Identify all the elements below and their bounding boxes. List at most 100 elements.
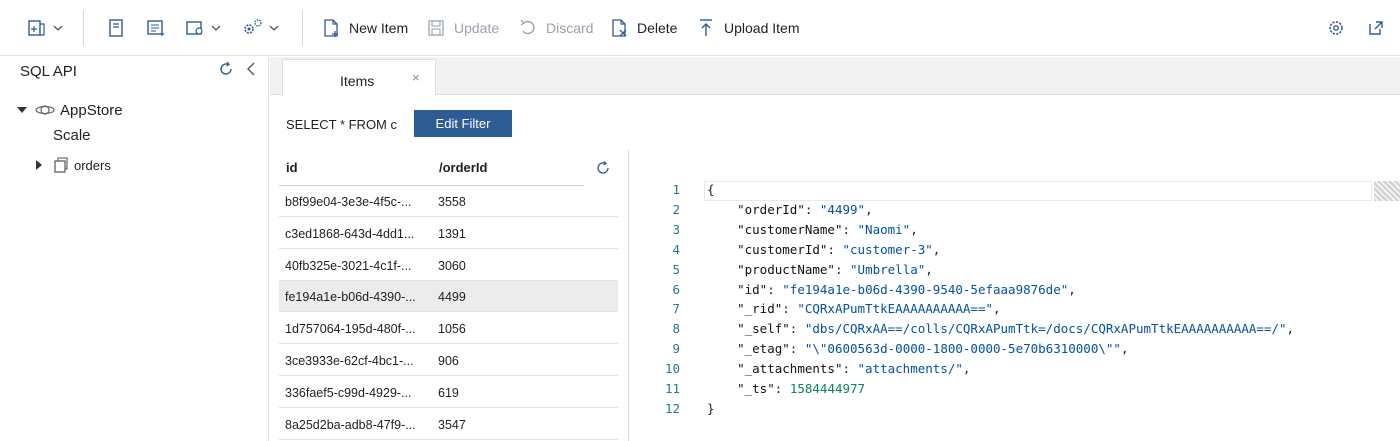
code-line: "_self": "dbs/CQRxAA==/colls/CQRxAPumTtk… <box>737 321 1295 337</box>
update-label: Update <box>454 20 500 36</box>
open-full-screen-button[interactable] <box>1366 14 1386 42</box>
line-number: 7 <box>672 301 680 317</box>
delete-label: Delete <box>637 20 678 36</box>
settings-dropdown[interactable] <box>240 14 280 42</box>
code-line: "id": "fe194a1e-b06d-4390-9540-5efaaa987… <box>737 281 1076 297</box>
discard-button[interactable]: Discard <box>518 14 593 42</box>
collapse-pane-button[interactable] <box>244 60 258 83</box>
database-icon <box>35 105 55 115</box>
line-number: 2 <box>672 201 680 217</box>
table-row[interactable]: c3ed1868-643d-4dd1... 1391 <box>279 218 618 249</box>
update-button[interactable]: Update <box>426 14 499 42</box>
table-row[interactable]: 3ce3933e-62cf-4bc1-... 906 <box>279 345 618 376</box>
column-header-orderid[interactable]: /orderId <box>439 160 487 175</box>
line-number: 8 <box>672 321 680 337</box>
code-line: "_etag": "\"0600563d-0000-1800-0000-5e70… <box>737 341 1129 357</box>
tree-item-scale[interactable]: Scale <box>53 127 91 144</box>
open-notebook-button[interactable] <box>105 14 127 42</box>
cell-id: fe194a1e-b06d-4390-... <box>285 290 416 305</box>
open-query-dropdown[interactable] <box>184 14 222 42</box>
close-tab-icon[interactable]: × <box>412 70 420 85</box>
settings-button[interactable] <box>1326 14 1346 42</box>
open-query-icon <box>186 21 203 35</box>
chevron-down-icon <box>269 25 279 31</box>
documents-grid: id /orderId b8f99e04-3e3e-4f5c-... 3558 c3… <box>279 150 618 441</box>
cell-id: 40fb325e-3021-4c1f-... <box>285 258 412 273</box>
minimap[interactable] <box>1374 181 1400 201</box>
tree-item-collection[interactable]: orders <box>34 154 111 176</box>
code-line: "productName": "Umbrella", <box>737 261 933 277</box>
code-line: "_ts": 1584444977 <box>737 381 866 396</box>
caret-down-icon <box>17 107 27 113</box>
pane-splitter[interactable] <box>628 150 629 441</box>
open-query-button[interactable] <box>145 14 167 42</box>
cell-id: 336faef5-c99d-4929-... <box>285 385 412 400</box>
cell-id: 3ce3933e-62cf-4bc1-... <box>285 354 414 368</box>
collection-label: orders <box>74 157 111 173</box>
cell-orderid: 4499 <box>438 290 466 305</box>
code-line: "customerId": "customer-3", <box>737 241 941 257</box>
line-number: 10 <box>664 361 680 377</box>
cell-orderid: 1056 <box>438 322 466 337</box>
cell-id: c3ed1868-643d-4dd1... <box>285 226 415 241</box>
tab-items[interactable]: Items × <box>282 59 436 96</box>
undo-icon <box>520 19 535 35</box>
code-line: } <box>707 400 715 416</box>
toolbar: New Item Update Discard Delete Upload It… <box>0 0 1400 56</box>
refresh-tree-button[interactable] <box>217 60 235 83</box>
cell-orderid: 3060 <box>438 258 466 273</box>
discard-label: Discard <box>546 20 594 36</box>
chevron-down-icon <box>53 25 63 31</box>
refresh-icon <box>220 61 232 75</box>
tree-item-database[interactable]: AppStore <box>16 99 123 121</box>
line-number: 6 <box>672 281 680 297</box>
table-row[interactable]: b8f99e04-3e3e-4f5c-... 3558 <box>279 186 618 217</box>
toolbar-separator <box>83 10 84 46</box>
upload-item-button[interactable]: Upload Item <box>696 14 799 42</box>
code-line: "_attachments": "attachments/", <box>737 361 971 377</box>
cell-orderid: 619 <box>438 385 459 400</box>
cell-id: 8a25d2ba-adb8-47f9-... <box>285 417 416 432</box>
grid-header: id /orderId <box>279 150 584 186</box>
refresh-icon <box>597 161 609 174</box>
table-row[interactable]: 1d757064-195d-480f-... 1056 <box>279 313 618 345</box>
line-number: 12 <box>664 400 680 416</box>
edit-filter-button[interactable]: Edit Filter <box>414 110 512 137</box>
resource-tree-pane: SQL API AppStore Scale orders <box>0 57 269 441</box>
new-item-label: New Item <box>349 20 409 36</box>
new-item-button[interactable]: New Item <box>321 14 408 42</box>
new-container-dropdown[interactable] <box>26 14 64 42</box>
table-row[interactable]: 8a25d2ba-adb8-47f9-... 3547 <box>279 409 618 440</box>
line-number: 4 <box>672 241 680 257</box>
line-number: 3 <box>672 221 680 237</box>
line-number: 5 <box>672 261 680 277</box>
notebook-icon <box>109 19 123 37</box>
table-row[interactable]: 40fb325e-3021-4c1f-... 3060 <box>279 250 618 281</box>
gears-icon <box>244 19 262 34</box>
delete-document-icon <box>612 19 627 37</box>
cell-orderid: 906 <box>438 354 459 368</box>
column-header-id[interactable]: id <box>286 160 298 175</box>
table-row[interactable]: 336faef5-c99d-4929-... 619 <box>279 377 618 408</box>
code-line: "orderId": "4499", <box>737 201 873 217</box>
line-number: 11 <box>664 381 680 396</box>
collection-icon <box>54 157 68 173</box>
new-document-icon <box>324 19 338 37</box>
delete-button[interactable]: Delete <box>609 14 677 42</box>
database-label: AppStore <box>60 101 123 119</box>
upload-icon <box>700 19 712 36</box>
open-external-icon <box>1369 21 1383 35</box>
api-title: SQL API <box>20 63 77 80</box>
cell-orderid: 1391 <box>438 226 466 241</box>
cell-id: 1d757064-195d-480f-... <box>285 322 416 337</box>
document-editor[interactable]: 1 2 3 4 5 6 7 8 9 10 11 12 { "orderId": "4499", "cu… <box>640 178 1400 441</box>
new-container-icon <box>28 20 45 36</box>
cell-orderid: 3547 <box>438 417 466 432</box>
table-row[interactable]: fe194a1e-b06d-4390-... 4499 <box>279 281 618 313</box>
caret-right-icon <box>36 160 42 170</box>
chevron-left-icon <box>247 62 255 76</box>
tab-label: Items <box>340 73 375 89</box>
cell-orderid: 3558 <box>438 195 466 209</box>
query-icon <box>147 20 164 36</box>
refresh-documents-button[interactable] <box>595 160 611 181</box>
